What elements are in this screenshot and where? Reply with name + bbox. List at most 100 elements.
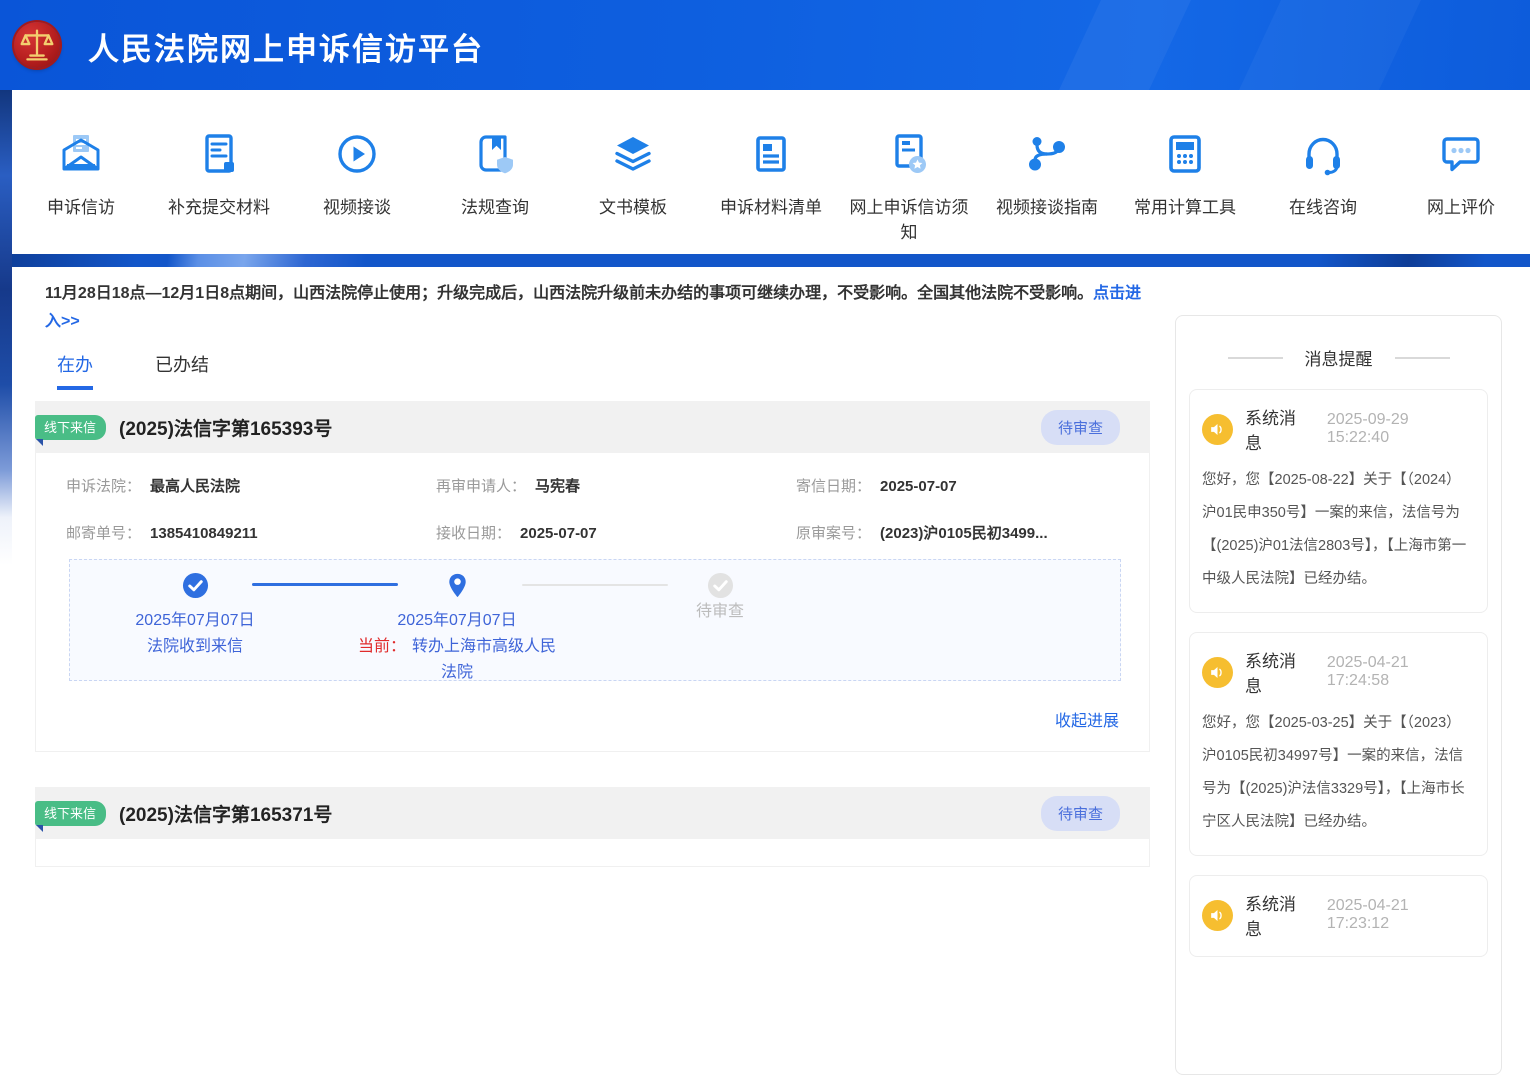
message-header: 系统消息 2025-04-21 17:24:58 [1202, 647, 1475, 697]
main-content: 11月28日18点—12月1日8点期间，山西法院停止使用；升级完成后，山西法院升… [12, 267, 1160, 853]
timeline-step-date: 2025年07月07日 [352, 608, 562, 634]
message-type: 系统消息 [1245, 890, 1313, 940]
check-circle-gray-icon [707, 572, 734, 599]
status-badge: 待审查 [1041, 796, 1120, 831]
nav-item-8[interactable]: 视频接谈指南 [978, 90, 1116, 254]
case-fields: 申诉法院： 最高人民法院 再审申请人：马宪春寄信日期：2025-07-07 邮寄单号：… [36, 475, 1149, 543]
message-card-3[interactable]: 系统消息 2025-04-21 17:23:12 [1189, 875, 1488, 957]
divider [1395, 357, 1450, 359]
nav-item-9[interactable]: 常用计算工具 [1116, 90, 1254, 254]
divider [1228, 357, 1283, 359]
field-label: 申诉法院： [66, 478, 141, 495]
case-body: 申诉法院： 最高人民法院 再审申请人：马宪春寄信日期：2025-07-07 邮寄单号：… [35, 453, 1150, 752]
message-header: 系统消息 2025-04-21 17:23:12 [1202, 890, 1475, 940]
message-panel-header: 消息提醒 [1189, 345, 1488, 370]
app-header: 人民法院网上申诉信访平台 [0, 0, 1530, 90]
collapse-progress-link[interactable]: 收起进展 [36, 707, 1119, 731]
message-type: 系统消息 [1245, 404, 1313, 454]
case-number: (2025)法信字第165371号 [119, 800, 332, 827]
message-list: 系统消息 2025-09-29 15:22:40 您好，您【2025-08-22… [1189, 389, 1488, 957]
offline-letter-badge: 线下来信 [35, 415, 106, 440]
nav-item-4[interactable]: 法规查询 [426, 90, 564, 254]
speaker-icon [1202, 414, 1233, 445]
timeline-step-2: 2025年07月07日当前：转办上海市高级人民法院 [352, 572, 562, 686]
nav-item-label: 网上评价 [1427, 195, 1495, 220]
case-body [35, 839, 1150, 867]
feedback-bubble-icon [1437, 130, 1485, 178]
nav-item-6[interactable]: 申诉材料清单 [702, 90, 840, 254]
case-tabs: 在办 已办结 [57, 351, 1160, 390]
case-field: 申诉法院： 最高人民法院 [66, 475, 436, 496]
message-card-2[interactable]: 系统消息 2025-04-21 17:24:58 您好，您【2025-03-25… [1189, 632, 1488, 856]
video-play-icon [333, 130, 381, 178]
primary-nav: 申诉信访 补充提交材料 视频接谈 法规查询 文书模板申诉材料清单网上申诉信访须知视频接谈… [12, 90, 1530, 254]
scales-icon [14, 22, 60, 68]
case-field: 寄信日期：2025-07-07 [796, 475, 1149, 496]
case-header: 线下来信 (2025)法信字第165371号 待审查 [35, 787, 1150, 839]
message-timestamp: 2025-09-29 15:22:40 [1327, 411, 1475, 447]
background-strip [0, 90, 12, 565]
nav-item-1[interactable]: 申诉信访 [12, 90, 150, 254]
nav-item-label: 常用计算工具 [1134, 195, 1236, 220]
status-badge: 待审查 [1041, 410, 1120, 445]
headset-icon [1299, 130, 1347, 178]
nav-item-3[interactable]: 视频接谈 [288, 90, 426, 254]
system-notice: 11月28日18点—12月1日8点期间，山西法院停止使用；升级完成后，山西法院升… [45, 280, 1142, 336]
message-panel-title: 消息提醒 [1305, 345, 1373, 370]
field-label: 原审案号： [796, 525, 871, 542]
branch-guide-icon [1023, 130, 1071, 178]
nav-item-label: 视频接谈指南 [996, 195, 1098, 220]
header-decoration [1230, 0, 1431, 90]
nav-item-label: 视频接谈 [323, 195, 391, 220]
field-value: 1385410849211 [150, 525, 258, 542]
timeline-step-3: 待审查 [615, 572, 825, 625]
nav-item-label: 申诉信访 [47, 195, 115, 220]
page-title: 人民法院网上申诉信访平台 [88, 24, 484, 69]
case-card: 线下来信 (2025)法信字第165393号 待审查 申诉法院： 最高人民法院 再审… [35, 401, 1150, 752]
tab-completed[interactable]: 已办结 [155, 351, 209, 390]
nav-item-5[interactable]: 文书模板 [564, 90, 702, 254]
nav-item-7[interactable]: 网上申诉信访须知 [840, 90, 978, 254]
offline-letter-badge: 线下来信 [35, 801, 106, 826]
layers-template-icon [609, 130, 657, 178]
nav-item-2[interactable]: 补充提交材料 [150, 90, 288, 254]
timeline-connector [522, 584, 668, 586]
check-circle-icon [182, 572, 209, 599]
speaker-icon [1202, 900, 1233, 931]
case-field: 邮寄单号：1385410849211 [66, 522, 436, 543]
message-panel: 消息提醒 系统消息 2025-09-29 15:22:40 您好，您【2025-… [1175, 315, 1502, 1075]
nav-item-10[interactable]: 在线咨询 [1254, 90, 1392, 254]
notice-text: 11月28日18点—12月1日8点期间，山西法院停止使用；升级完成后，山西法院升… [45, 285, 1093, 302]
nav-item-11[interactable]: 网上评价 [1392, 90, 1530, 254]
field-value: 2025-07-07 [520, 525, 597, 542]
calculator-icon [1161, 130, 1209, 178]
doc-list-icon [747, 130, 795, 178]
field-value: 2025-07-07 [880, 478, 957, 495]
nav-item-label: 法规查询 [461, 195, 529, 220]
nav-item-label: 在线咨询 [1289, 195, 1357, 220]
timeline-step-label: 法院收到来信 [90, 634, 300, 660]
timeline-connector [252, 583, 398, 586]
location-pin-icon [444, 572, 471, 599]
message-timestamp: 2025-04-21 17:23:12 [1327, 897, 1475, 933]
field-label: 再审申请人： [436, 478, 526, 495]
timeline-step-date: 2025年07月07日 [90, 608, 300, 634]
case-field: 再审申请人：马宪春 [436, 475, 796, 496]
case-card: 线下来信 (2025)法信字第165371号 待审查 [35, 787, 1150, 867]
tab-in-progress[interactable]: 在办 [57, 351, 93, 390]
court-emblem-logo [14, 22, 60, 68]
message-body: 您好，您【2025-08-22】关于【（2024）沪01民申350号】一案的来信… [1202, 464, 1475, 596]
field-value: 最高人民法院 [150, 478, 240, 495]
case-number: (2025)法信字第165393号 [119, 414, 332, 441]
nav-item-label: 补充提交材料 [168, 195, 270, 220]
doc-star-icon [885, 130, 933, 178]
message-type: 系统消息 [1245, 647, 1313, 697]
field-label: 接收日期： [436, 525, 511, 542]
appeal-mail-icon [57, 130, 105, 178]
decorative-band [0, 254, 1530, 267]
field-value: (2023)沪0105民初3499... [880, 525, 1048, 542]
case-header: 线下来信 (2025)法信字第165393号 待审查 [35, 401, 1150, 453]
message-card-1[interactable]: 系统消息 2025-09-29 15:22:40 您好，您【2025-08-22… [1189, 389, 1488, 613]
case-timeline: 2025年07月07日法院收到来信2025年07月07日当前：转办上海市高级人民… [69, 559, 1121, 681]
law-search-icon [471, 130, 519, 178]
